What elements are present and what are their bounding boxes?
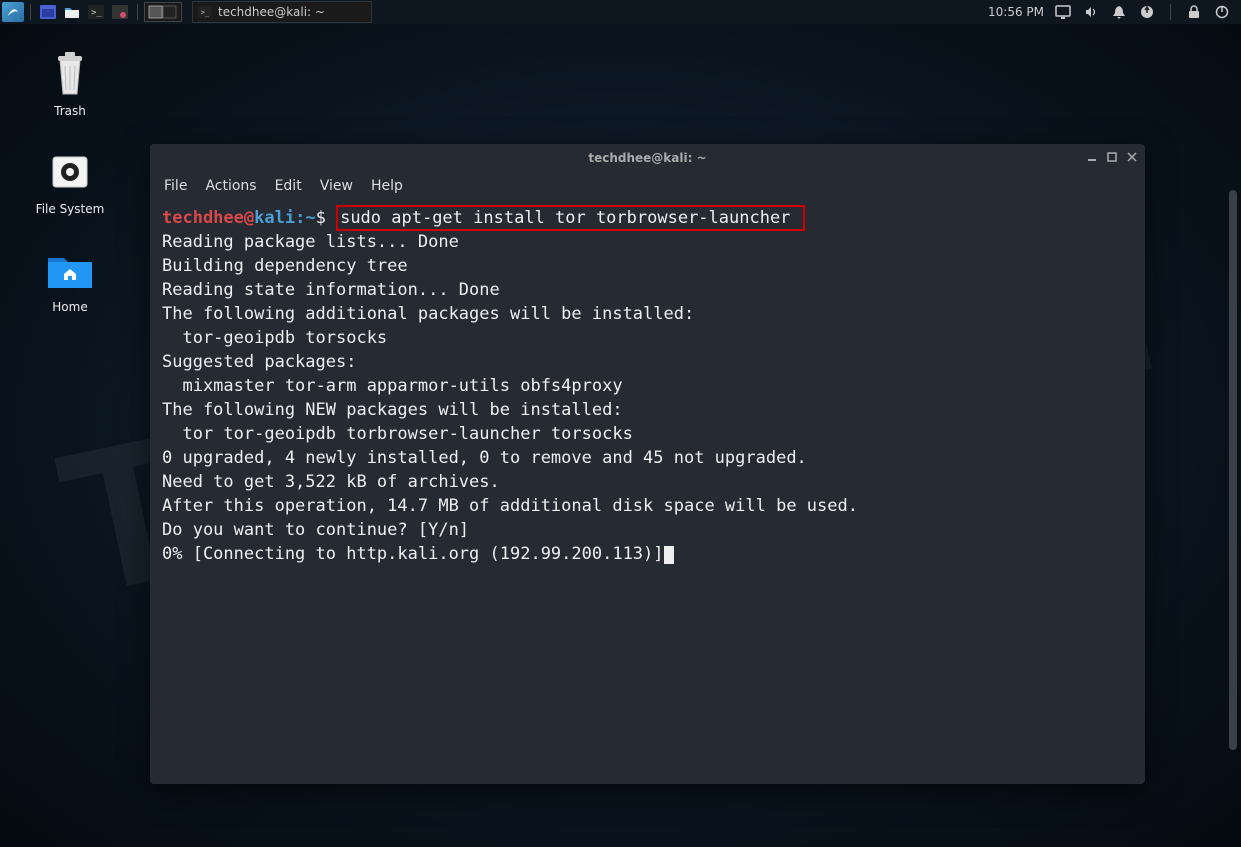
output-line: The following NEW packages will be insta… xyxy=(162,400,623,420)
menu-actions[interactable]: Actions xyxy=(205,178,256,194)
kali-tool-icon[interactable] xyxy=(109,2,131,22)
taskbar-divider xyxy=(30,4,31,20)
minimize-button[interactable] xyxy=(1085,150,1099,164)
notification-bell-icon[interactable] xyxy=(1110,3,1128,21)
power-status-icon[interactable] xyxy=(1138,3,1156,21)
prompt-path: ~ xyxy=(305,208,315,228)
home-folder-icon xyxy=(46,246,94,294)
desktop-icon-label: Trash xyxy=(54,104,86,118)
output-line: After this operation, 14.7 MB of additio… xyxy=(162,496,858,516)
menu-file[interactable]: File xyxy=(164,178,187,194)
output-line: Reading package lists... Done xyxy=(162,232,459,252)
trash-icon xyxy=(46,50,94,98)
window-title: techdhee@kali: ~ xyxy=(588,151,706,165)
maximize-button[interactable] xyxy=(1105,150,1119,164)
kali-menu-icon[interactable] xyxy=(2,2,24,22)
command-text: sudo apt-get install tor torbrowser-laun… xyxy=(340,208,790,228)
menu-view[interactable]: View xyxy=(320,178,353,194)
desktop-icon-label: Home xyxy=(52,300,87,314)
output-line: Do you want to continue? [Y/n] xyxy=(162,520,469,540)
prompt-sep: : xyxy=(295,208,305,228)
taskbar-active-app[interactable]: >_ techdhee@kali: ~ xyxy=(192,1,372,23)
taskbar: >_ >_ techdhee@kali: ~ 10:56 PM xyxy=(0,0,1241,24)
desktop-icon-label: File System xyxy=(36,202,105,216)
menu-edit[interactable]: Edit xyxy=(275,178,302,194)
menubar: File Actions Edit View Help xyxy=(150,172,1145,200)
volume-icon[interactable] xyxy=(1082,3,1100,21)
filesystem-icon xyxy=(46,148,94,196)
command-highlight: sudo apt-get install tor torbrowser-laun… xyxy=(336,205,805,231)
titlebar[interactable]: techdhee@kali: ~ xyxy=(150,144,1145,172)
prompt-symbol: $ xyxy=(316,208,336,228)
taskbar-divider-3 xyxy=(1170,4,1171,20)
taskbar-right: 10:56 PM xyxy=(988,3,1241,21)
terminal-cursor xyxy=(664,546,674,564)
menu-help[interactable]: Help xyxy=(371,178,403,194)
desktop-icon-filesystem[interactable]: File System xyxy=(30,148,110,216)
prompt-at: @ xyxy=(244,208,254,228)
output-line: 0% [Connecting to http.kali.org (192.99.… xyxy=(162,544,664,564)
terminal-app-icon: >_ xyxy=(197,4,213,20)
window-controls xyxy=(1085,150,1139,164)
output-line: 0 upgraded, 4 newly installed, 0 to remo… xyxy=(162,448,807,468)
terminal-launcher-icon[interactable]: >_ xyxy=(85,2,107,22)
lock-icon[interactable] xyxy=(1185,3,1203,21)
taskbar-left: >_ >_ techdhee@kali: ~ xyxy=(0,1,372,23)
svg-text:>_: >_ xyxy=(91,8,102,18)
output-line: tor-geoipdb torsocks xyxy=(162,328,387,348)
prompt-host: kali xyxy=(254,208,295,228)
power-menu-icon[interactable] xyxy=(1213,3,1231,21)
terminal-body[interactable]: techdhee@kali:~$ sudo apt-get install to… xyxy=(150,200,1145,784)
terminal-scrollbar[interactable] xyxy=(1229,190,1237,750)
workspace-switcher[interactable] xyxy=(144,2,182,22)
output-line: mixmaster tor-arm apparmor-utils obfs4pr… xyxy=(162,376,623,396)
close-button[interactable] xyxy=(1125,150,1139,164)
prompt-user: techdhee xyxy=(162,208,244,228)
display-icon[interactable] xyxy=(1054,3,1072,21)
taskbar-app-title: techdhee@kali: ~ xyxy=(218,5,325,19)
desktop-icons: Trash File System Home xyxy=(30,50,110,314)
terminal-window: techdhee@kali: ~ File Actions Edit View … xyxy=(150,144,1145,784)
desktop-icon-trash[interactable]: Trash xyxy=(30,50,110,118)
svg-text:>_: >_ xyxy=(201,9,210,17)
output-line: The following additional packages will b… xyxy=(162,304,694,324)
taskbar-divider-2 xyxy=(137,4,138,20)
output-line: tor tor-geoipdb torbrowser-launcher tors… xyxy=(162,424,633,444)
window-list-icon[interactable] xyxy=(37,2,59,22)
output-line: Building dependency tree xyxy=(162,256,408,276)
output-line: Suggested packages: xyxy=(162,352,356,372)
output-line: Need to get 3,522 kB of archives. xyxy=(162,472,500,492)
desktop-icon-home[interactable]: Home xyxy=(30,246,110,314)
clock[interactable]: 10:56 PM xyxy=(988,5,1044,19)
files-icon[interactable] xyxy=(61,2,83,22)
output-line: Reading state information... Done xyxy=(162,280,500,300)
